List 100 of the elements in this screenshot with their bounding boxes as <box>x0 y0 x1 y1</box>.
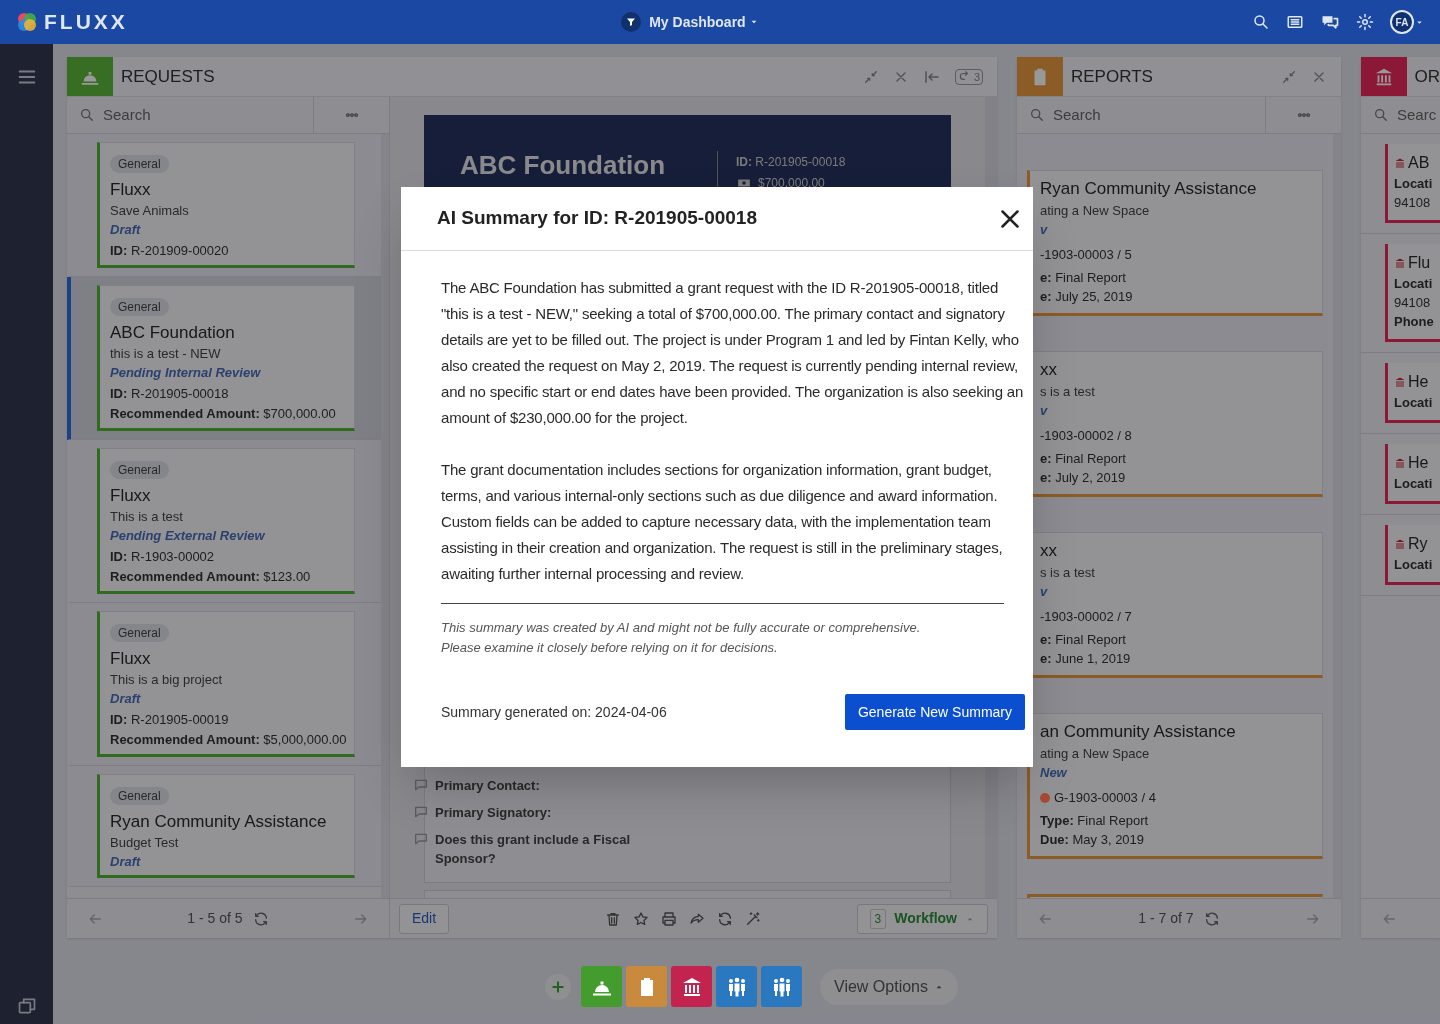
bank-icon <box>1394 538 1406 550</box>
request-card[interactable]: General Fluxx This is a big project Draft ID: R-201905-00019 Recommended Amount: $5,000,000.00 <box>97 611 355 757</box>
view-options-button[interactable]: View Options <box>820 968 958 1005</box>
field-label: Locati <box>1394 175 1434 193</box>
due-text: Due: May 3, 2019 <box>1040 831 1146 849</box>
card-subtitle: s is a test <box>1040 564 1096 582</box>
dock-button[interactable] <box>581 966 622 1007</box>
bank-icon <box>1394 157 1406 169</box>
category-tag: General <box>110 155 169 173</box>
amount-text: Recommended Amount: $700,000.00 <box>110 405 337 423</box>
organization-card[interactable]: AB Locati 94108 <box>1385 144 1440 223</box>
edit-button[interactable]: Edit <box>399 903 450 934</box>
field-label: Primary Signatory: <box>435 804 552 822</box>
card-title: Fluxx <box>110 648 152 670</box>
add-button[interactable] <box>545 973 571 1000</box>
comment-icon[interactable] <box>413 831 429 847</box>
star-icon[interactable] <box>632 910 649 927</box>
list-item[interactable]: General Fluxx This is a test Pending External Review ID: R-1903-00002 Recommended Amount: $123.00 <box>67 440 381 603</box>
organization-card[interactable]: He Locati <box>1385 363 1440 423</box>
dock-button[interactable] <box>626 966 667 1007</box>
list-item[interactable]: General Fluxx Save Animals Draft ID: R-201909-00020 <box>67 134 381 277</box>
disclaimer-text: Please examine it closely before relying on it for decisions. <box>441 639 779 657</box>
comment-icon[interactable] <box>413 804 429 820</box>
generated-date: Summary generated on: 2024-04-06 <box>441 702 667 722</box>
summary-paragraph: The ABC Foundation has submitted a grant request with the ID R-201905-00018, titled "this is a test - NEW," seeking a total of $700,000.00. The primary contact and signatory details are yet to be filled out. The project is under Program 1 and led by Fintan Kelly, who also created the request on May 2, 2019. The request is currently pending internal review, and no specific start or end dates have been provided. The organization is also seeking an amount of $230,000.00 for the project. <box>441 278 1025 428</box>
field-label: Phone <box>1394 313 1435 331</box>
card-title: an Community Assistance <box>1040 721 1237 743</box>
bank-icon <box>1394 457 1406 469</box>
field-label: Locati <box>1394 394 1434 412</box>
minimize-icon[interactable] <box>1281 68 1297 85</box>
type-text: e: Final Report <box>1040 631 1127 649</box>
field-label: Locati <box>1394 275 1434 293</box>
brand-name: FLUXX <box>44 9 128 36</box>
organization-card[interactable]: Flu Locati 94108 Phone <box>1385 244 1440 342</box>
card-subtitle: this is a test - NEW <box>110 345 222 363</box>
windows-icon[interactable] <box>16 996 37 1016</box>
summary-paragraph: The grant documentation includes sections for organization information, grant budget, terms, and various internal-only sections such as due diligence and award information. Custom fields can be added to capture necessary data, with the implementation team assisting in their creation and organization. The request is still in the preliminary stages, awaiting further internal processing and review. <box>441 460 1004 584</box>
request-card[interactable]: General ABC Foundation this is a test - NEW Pending Internal Review ID: R-201905-00018 Recommended Amount: $700,000.00 <box>97 285 355 431</box>
refresh-icon[interactable] <box>1203 910 1220 927</box>
report-card[interactable]: Ryan Community Assistance ating a New Space v -1903-00003 / 5 e: Final Report e: July 25, 2019 <box>1027 170 1323 316</box>
field-value: 94108 <box>1394 194 1432 212</box>
bank-icon <box>1394 376 1406 388</box>
id-text: ID: R-1903-00002 <box>110 548 216 566</box>
logo-icon[interactable] <box>16 11 38 33</box>
search-field[interactable]: Searc <box>1397 103 1440 127</box>
amount-text: Recommended Amount: $123.00 <box>110 568 312 586</box>
wand-icon[interactable] <box>744 910 761 927</box>
request-card[interactable]: General Ryan Community Assistance Budget Test Draft <box>97 774 355 878</box>
settings-icon[interactable] <box>1356 13 1374 31</box>
organization-card[interactable]: He Locati <box>1385 444 1440 504</box>
status-text: v <box>1040 583 1049 601</box>
trash-icon[interactable] <box>604 910 621 927</box>
status-text: v <box>1040 221 1049 239</box>
search-field[interactable]: Search <box>1053 103 1203 127</box>
card-subtitle: Budget Test <box>110 834 180 852</box>
dock-button[interactable] <box>761 966 802 1007</box>
request-card[interactable]: General Fluxx Save Animals Draft ID: R-201909-00020 <box>97 142 355 268</box>
card-subtitle: This is a big project <box>110 671 223 689</box>
category-tag: General <box>110 298 169 316</box>
refresh-icon[interactable] <box>716 910 733 927</box>
organization-card[interactable]: Ry Locati <box>1385 525 1440 585</box>
generate-summary-button[interactable]: Generate New Summary <box>844 694 1025 730</box>
status-text: Pending Internal Review <box>110 364 262 382</box>
panel-title: REPORTS <box>1071 65 1153 88</box>
minimize-icon[interactable] <box>862 68 879 85</box>
request-card[interactable]: General Fluxx This is a test Pending External Review ID: R-1903-00002 Recommended Amount: $123.00 <box>97 448 355 594</box>
card-title: Fluxx <box>110 179 152 201</box>
dock-button[interactable] <box>671 966 712 1007</box>
card-subtitle: s is a test <box>1040 383 1096 401</box>
comment-icon[interactable] <box>413 777 429 793</box>
type-text: Type: Final Report <box>1040 812 1150 830</box>
filter-button[interactable] <box>621 12 642 32</box>
reference-text: -1903-00002 / 7 <box>1040 608 1132 626</box>
card-subtitle: Save Animals <box>110 202 190 220</box>
field-label: Locati <box>1394 475 1434 493</box>
category-tag: General <box>110 624 169 642</box>
category-tag: General <box>110 461 169 479</box>
card-title: Fluxx <box>110 485 152 507</box>
card-title: AB <box>1408 153 1430 173</box>
list-item[interactable]: General ABC Foundation this is a test - NEW Pending Internal Review ID: R-201905-00018 Recommended Amount: $700,000.00 <box>67 277 381 440</box>
card-subtitle: ating a New Space <box>1040 745 1151 763</box>
list-icon[interactable] <box>1286 13 1304 31</box>
dock-button[interactable] <box>716 966 757 1007</box>
search-icon[interactable] <box>1252 13 1270 31</box>
document-title: ABC Foundation <box>460 149 667 181</box>
list-item[interactable]: General Fluxx This is a big project Draft ID: R-201905-00019 Recommended Amount: $5,000,000.00 <box>67 603 381 766</box>
search-field[interactable]: Search <box>103 103 253 127</box>
reference-text: G-1903-00003 / 4 <box>1054 789 1156 807</box>
due-text: e: June 1, 2019 <box>1040 650 1132 668</box>
list-item[interactable]: General Ryan Community Assistance Budget Test Draft <box>67 766 381 887</box>
avatar[interactable]: FA <box>1390 10 1414 34</box>
search-icon <box>1029 107 1045 123</box>
card-title: ABC Foundation <box>110 322 236 344</box>
workflow-button[interactable]: 3 Workflow <box>856 903 988 934</box>
print-icon[interactable] <box>660 910 677 927</box>
page-count: 1 - 5 of 5 <box>187 909 243 928</box>
report-card[interactable]: an Community Assistance ating a New Space New G-1903-00003 / 4 Type: Final Report Due: May 3, 2019 <box>1027 713 1323 859</box>
dashboard-menu[interactable]: My Dashboard <box>649 11 759 33</box>
refresh-icon[interactable] <box>252 910 269 927</box>
category-tag: General <box>110 787 169 805</box>
